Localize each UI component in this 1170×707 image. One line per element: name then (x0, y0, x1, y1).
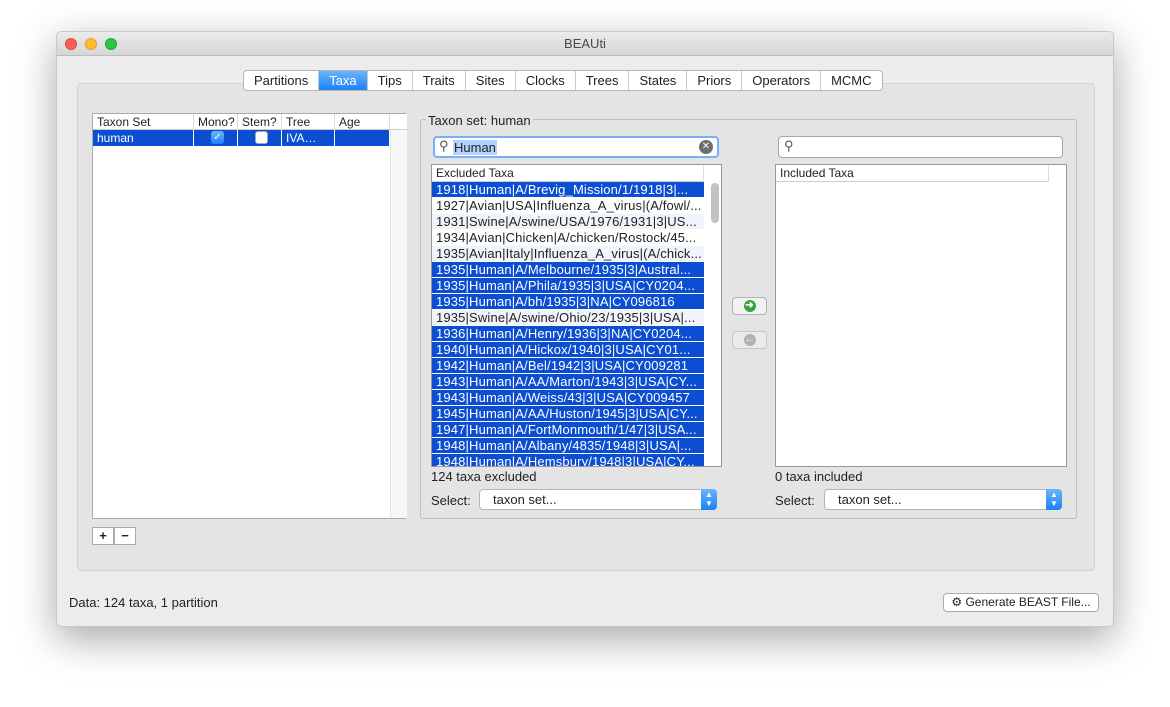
tab-trees[interactable]: Trees (576, 71, 630, 90)
clear-search-icon[interactable]: ✕ (699, 140, 713, 154)
status-text: Data: 124 taxa, 1 partition (69, 595, 218, 610)
excluded-scrollbar-thumb[interactable] (711, 183, 719, 223)
gear-icon: ⚙ (951, 595, 963, 609)
excluded-taxa-header: Excluded Taxa (432, 165, 704, 182)
column-header-age[interactable]: Age (335, 114, 390, 130)
tab-bar: Partitions Taxa Tips Traits Sites Clocks Trees… (243, 70, 883, 91)
excluded-taxon-row[interactable]: 1948|Human|A/Hemsbury/1948|3|USA|CY... (432, 454, 704, 466)
search-icon: ⚲ (784, 138, 794, 153)
age-cell[interactable] (335, 130, 390, 146)
taxon-sets-table[interactable]: Taxon Set Mono? Stem? Tree Age human ✓ I… (92, 113, 407, 519)
column-header-stem[interactable]: Stem? (238, 114, 282, 130)
taxon-set-name-cell[interactable]: human (93, 130, 194, 146)
exclude-taxa-button[interactable]: ← (732, 331, 767, 349)
included-count: 0 taxa included (775, 469, 863, 484)
remove-taxon-set-button[interactable]: − (114, 527, 136, 545)
mono-checkbox-checked[interactable]: ✓ (211, 131, 224, 144)
excluded-taxon-row[interactable]: 1945|Human|A/AA/Huston/1945|3|USA|CY... (432, 406, 704, 422)
header-filler (390, 114, 407, 130)
excluded-select-value: taxon set... (493, 492, 557, 507)
tab-sites[interactable]: Sites (466, 71, 516, 90)
excluded-taxon-row[interactable]: 1940|Human|A/Hickox/1940|3|USA|CY01... (432, 342, 704, 358)
excluded-taxon-row[interactable]: 1936|Human|A/Henry/1936|3|NA|CY0204... (432, 326, 704, 342)
mono-cell[interactable]: ✓ (194, 130, 238, 146)
beauti-window: BEAUti Partitions Taxa Tips Traits Sites Cloc… (56, 31, 1114, 627)
close-button[interactable] (65, 38, 77, 50)
tab-operators[interactable]: Operators (742, 71, 822, 90)
tab-mcmc[interactable]: MCMC (821, 71, 881, 90)
excluded-taxon-row[interactable]: 1935|Swine|A/swine/Ohio/23/1935|3|USA|..… (432, 310, 704, 326)
excluded-rows: 1918|Human|A/Brevig_Mission/1/1918|3|...… (432, 182, 704, 466)
arrow-left-icon: ← (743, 334, 756, 346)
tab-clocks[interactable]: Clocks (516, 71, 576, 90)
tab-states[interactable]: States (629, 71, 688, 90)
tab-taxa[interactable]: Taxa (319, 71, 368, 90)
excluded-taxon-row[interactable]: 1935|Avian|Italy|Influenza_A_virus|(A/ch… (432, 246, 704, 262)
included-select-dropdown[interactable]: taxon set... ▲ ▼ (824, 489, 1062, 510)
included-select-label: Select: (775, 493, 815, 508)
generate-beast-file-button[interactable]: ⚙ Generate BEAST File... (943, 593, 1099, 612)
taxon-set-title: Taxon set: human (426, 113, 533, 128)
stem-cell[interactable] (238, 130, 282, 146)
window-title: BEAUti (564, 36, 606, 51)
column-header-mono[interactable]: Mono? (194, 114, 238, 130)
arrow-right-icon: ➜ (743, 300, 756, 312)
minimize-button[interactable] (85, 38, 97, 50)
excluded-taxa-list[interactable]: Excluded Taxa 1918|Human|A/Brevig_Missio… (431, 164, 722, 467)
search-icon: ⚲ (439, 138, 449, 153)
chevron-updown-icon: ▲ ▼ (701, 489, 717, 510)
included-search-field[interactable]: ⚲ (778, 136, 1063, 158)
tab-traits[interactable]: Traits (413, 71, 466, 90)
excluded-taxon-row[interactable]: 1927|Avian|USA|Influenza_A_virus|(A/fowl… (432, 198, 704, 214)
tab-partitions[interactable]: Partitions (244, 71, 320, 90)
include-taxa-button[interactable]: ➜ (732, 297, 767, 315)
excluded-taxon-row[interactable]: 1943|Human|A/Weiss/43|3|USA|CY009457 (432, 390, 704, 406)
excluded-taxon-row[interactable]: 1934|Avian|Chicken|A/chicken/Rostock/45.… (432, 230, 704, 246)
title-bar: BEAUti (57, 32, 1113, 56)
column-header-taxon-set[interactable]: Taxon Set (93, 114, 194, 130)
generate-label: Generate BEAST File... (965, 595, 1091, 609)
included-taxa-header: Included Taxa (776, 165, 1049, 182)
excluded-taxon-row[interactable]: 1935|Human|A/Phila/1935|3|USA|CY0204... (432, 278, 704, 294)
excluded-select-label: Select: (431, 493, 471, 508)
chevron-updown-icon: ▲ ▼ (1046, 489, 1062, 510)
tab-tips[interactable]: Tips (368, 71, 413, 90)
zoom-button[interactable] (105, 38, 117, 50)
excluded-taxon-row[interactable]: 1918|Human|A/Brevig_Mission/1/1918|3|... (432, 182, 704, 198)
excluded-taxon-row[interactable]: 1947|Human|A/FortMonmouth/1/47|3|USA... (432, 422, 704, 438)
excluded-taxon-row[interactable]: 1943|Human|A/AA/Marton/1943|3|USA|CY... (432, 374, 704, 390)
column-header-tree[interactable]: Tree (282, 114, 335, 130)
add-taxon-set-button[interactable]: + (92, 527, 114, 545)
excluded-taxon-row[interactable]: 1942|Human|A/Bel/1942|3|USA|CY009281 (432, 358, 704, 374)
excluded-select-dropdown[interactable]: taxon set... ▲ ▼ (479, 489, 717, 510)
table-scroll-track[interactable] (390, 130, 407, 518)
excluded-taxon-row[interactable]: 1931|Swine|A/swine/USA/1976/1931|3|US... (432, 214, 704, 230)
excluded-taxon-row[interactable]: 1935|Human|A/Melbourne/1935|3|Austral... (432, 262, 704, 278)
included-select-value: taxon set... (838, 492, 902, 507)
tab-priors[interactable]: Priors (687, 71, 743, 90)
tree-cell[interactable]: IVA… (282, 130, 335, 146)
excluded-taxon-row[interactable]: 1948|Human|A/Albany/4835/1948|3|USA|... (432, 438, 704, 454)
excluded-search-field[interactable]: ⚲ Human ✕ (433, 136, 719, 158)
excluded-search-value[interactable]: Human (453, 140, 497, 155)
excluded-count: 124 taxa excluded (431, 469, 537, 484)
stem-checkbox[interactable] (255, 131, 268, 144)
included-taxa-list[interactable]: Included Taxa (775, 164, 1067, 467)
excluded-taxon-row[interactable]: 1935|Human|A/bh/1935|3|NA|CY096816 (432, 294, 704, 310)
